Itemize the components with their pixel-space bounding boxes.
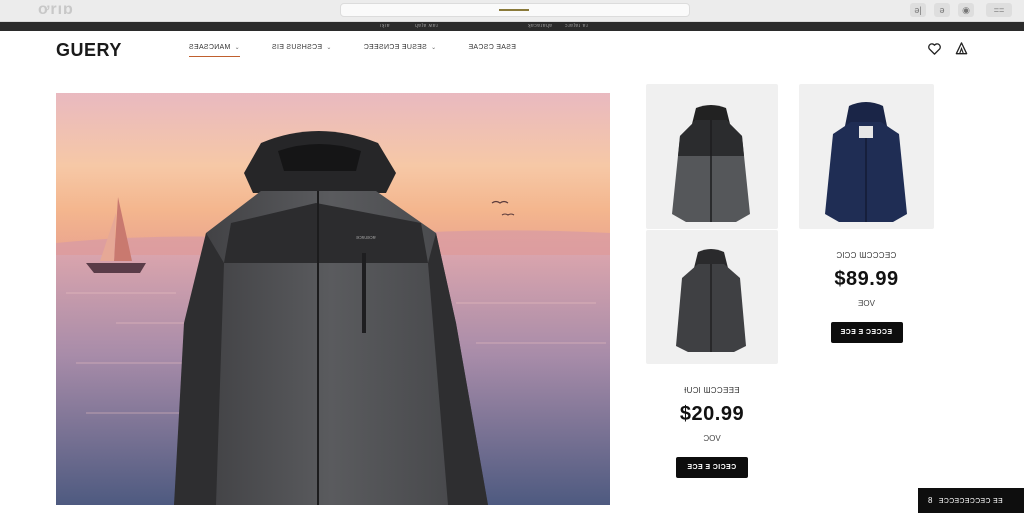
toolbar-button-extension[interactable]: ǝ|	[910, 3, 926, 17]
address-bar-indicator	[499, 9, 529, 11]
product-price: $89.99	[834, 268, 899, 290]
chat-widget-button[interactable]: 8 ƎƆƆƎƆƎƆƆƎƆ ƎƎ	[918, 488, 1024, 513]
add-to-cart-button[interactable]: ƎƆƎ Ǝ ƆƖƆƎƆ	[676, 457, 748, 478]
product-name[interactable]: ƗUƆƖ ƜƆƆƎƎƎ	[646, 386, 778, 395]
toolbar-button-profile[interactable]: ǝ	[934, 3, 950, 17]
product-name[interactable]: ƆƖƆƆ ƜƆƆƆƎƆ	[799, 251, 934, 260]
nav-item-1[interactable]: ƧƎAƧƆИAM ⌄	[189, 44, 240, 57]
nav-item-4[interactable]: ƎAƆƧƆ ƎAƧƎ	[468, 44, 516, 57]
nav-item-2[interactable]: ƧIƎ ƧUƧHƧƆƎ ⌄	[272, 44, 332, 57]
nav-item-label: ƎAƆƧƆ ƎAƧƎ	[468, 44, 517, 51]
nav-item-label: ƧIƎ ƧUƧHƧƆƎ	[272, 44, 323, 51]
strip-link-2[interactable]: ɥɐʇɐ ʍɐɹ	[415, 23, 438, 29]
chat-icon: 8	[928, 496, 933, 505]
chevron-down-icon: ⌄	[431, 45, 437, 51]
strip-link-3[interactable]: ʞɐɔɐɹɐɥɐ	[528, 23, 553, 29]
strip-link-1[interactable]: ıʞıɐ	[380, 23, 390, 29]
browser-logo: ơrıɒ	[38, 1, 74, 18]
chevron-down-icon: ⌄	[326, 45, 332, 51]
product-thumb-navy-jacket[interactable]	[799, 84, 934, 229]
product-card-1: ƗUƆƖ ƜƆƆƎƎƎ $20.99 ƆOV ƎƆƎ Ǝ ƆƖƆƎƆ	[646, 386, 778, 478]
strip-link-4[interactable]: ɔɹɐʇɐɹ ɐɹ	[565, 23, 588, 29]
heart-icon[interactable]	[927, 41, 942, 56]
product-card-2: ƆƖƆƆ ƜƆƆƆƎƆ $89.99 ƎOV ƎƆƎ Ǝ ƆƎƆƆƎ	[799, 251, 934, 343]
toolbar-button-menu[interactable]: ==	[986, 3, 1012, 17]
chevron-down-icon: ⌄	[234, 45, 240, 51]
product-price: $20.99	[679, 403, 745, 425]
hero-image: ǝɔɐɹǝɔɐ	[56, 93, 610, 505]
site-top-strip: ıʞıɐ ɥɐʇɐ ʍɐɹ ʞɐɔɐɹɐɥɐ ɔɹɐʇɐɹ ɐɹ	[0, 22, 1024, 31]
product-thumb-grey-jacket[interactable]	[646, 84, 778, 229]
nav-item-label: ƆƎƎƧИƆƎ ƎUƧƎƧ	[363, 44, 428, 51]
main-nav: ƧƎAƧƆИAM ⌄ ƧIƎ ƧUƧHƧƆƎ ⌄ ƆƎƎƧИƆƎ ƎUƧƎƧ ⌄ ƎA…	[189, 44, 548, 57]
nav-item-label: ƧƎAƧƆИAM	[189, 44, 231, 51]
address-bar[interactable]	[340, 3, 690, 17]
nav-item-3[interactable]: ƆƎƎƧИƆƎ ƎUƧƎƧ ⌄	[364, 44, 437, 57]
chat-widget-label: ƎƆƆƎƆƎƆƆƎƆ ƎƎ	[938, 498, 1003, 505]
add-to-cart-button[interactable]: ƎƆƎ Ǝ ƆƎƆƆƎ	[830, 322, 903, 343]
product-thumb-charcoal-jacket[interactable]	[646, 230, 778, 364]
product-currency: ƆOV	[703, 434, 721, 443]
svg-text:ǝɔɐɹǝɔɐ: ǝɔɐɹǝɔɐ	[356, 235, 376, 241]
toolbar-button-settings[interactable]: ◉	[958, 3, 974, 17]
bag-icon[interactable]	[954, 41, 969, 56]
brand-logo[interactable]: GUERY	[56, 40, 122, 61]
product-currency: ƎOV	[858, 299, 875, 308]
header-actions	[927, 41, 969, 56]
browser-toolbar: ơrıɒ ǝ| ǝ ◉ ==	[0, 0, 1024, 22]
